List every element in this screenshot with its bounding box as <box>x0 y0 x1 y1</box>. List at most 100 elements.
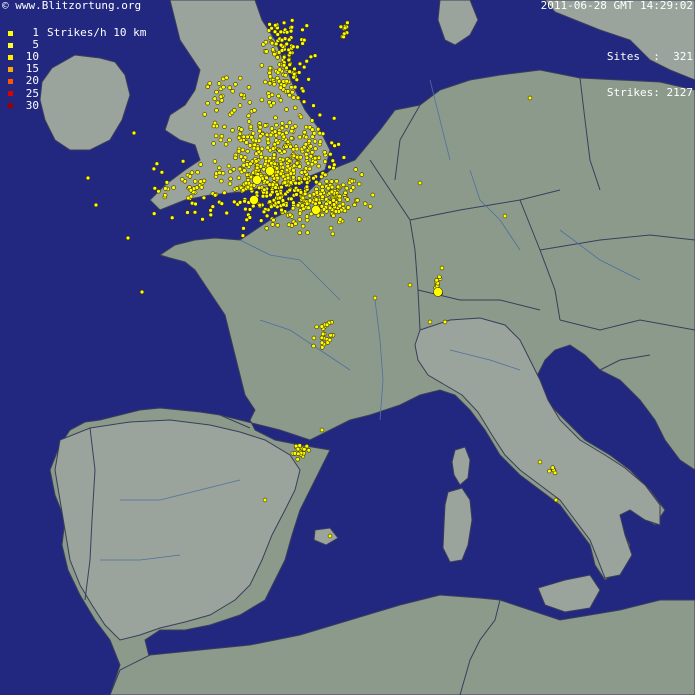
strike-dot <box>264 175 269 180</box>
strike-dot <box>163 186 168 191</box>
strike-dot <box>274 122 279 128</box>
strike-dot <box>267 99 272 105</box>
strike-dot <box>267 65 273 71</box>
strike-dot <box>272 161 277 167</box>
strike-dot <box>330 231 335 237</box>
strike-dot <box>305 161 311 166</box>
strike-dot <box>322 150 327 155</box>
strike-dot <box>306 77 311 82</box>
strike-dot <box>247 143 253 148</box>
strike-dot <box>331 202 337 207</box>
strike-dot <box>154 161 160 166</box>
strike-dot <box>259 97 264 103</box>
strike-dot <box>230 128 235 133</box>
strike-dot <box>125 235 131 241</box>
strike-dot <box>295 44 300 50</box>
strike-dot <box>314 197 319 202</box>
legend-value: 20 <box>25 74 39 88</box>
strike-dot <box>349 178 355 184</box>
strike-dot <box>437 274 442 280</box>
strike-dot <box>241 226 246 231</box>
strike-dot <box>270 222 275 227</box>
strike-dot <box>427 319 433 325</box>
strike-dot <box>279 207 284 213</box>
legend-swatch <box>8 66 13 72</box>
strike-dot <box>326 186 331 191</box>
strike-dot <box>291 44 296 49</box>
strike-dot <box>295 446 301 452</box>
strike-dot <box>307 166 312 172</box>
strike-dot <box>227 85 232 90</box>
strike-dot <box>332 143 337 148</box>
strike-dot <box>194 185 200 190</box>
strike-dot <box>341 155 347 160</box>
strike-dot <box>342 25 348 31</box>
strike-dot <box>255 146 260 151</box>
strike-dot <box>264 132 270 138</box>
strike-dot <box>220 171 226 176</box>
strike-dot <box>289 196 294 202</box>
strike-dot <box>236 149 242 154</box>
strike-dot <box>293 221 298 226</box>
strike-dot <box>273 211 278 216</box>
strike-dot <box>302 37 307 43</box>
strike-dot <box>312 156 318 161</box>
strike-dot <box>319 324 324 329</box>
strike-dot <box>289 136 294 141</box>
strike-dot-large <box>252 175 262 185</box>
strike-dot <box>287 37 292 42</box>
strike-dot <box>211 141 216 146</box>
strike-dot <box>310 127 315 132</box>
credit-text[interactable]: www.Blitzortung.org <box>15 0 141 12</box>
strike-dot <box>301 99 307 104</box>
strike-dot <box>267 199 272 204</box>
strike-dot <box>329 140 334 146</box>
strike-dot <box>304 155 310 161</box>
legend-swatch <box>8 91 13 97</box>
strike-dot <box>345 20 350 25</box>
strike-dot <box>248 161 253 167</box>
strike-dot <box>324 322 330 328</box>
strike-dot <box>324 179 329 184</box>
strike-dot <box>261 209 267 215</box>
strike-dot <box>195 170 200 175</box>
strike-dot <box>271 100 276 106</box>
strike-dot <box>323 172 328 178</box>
strike-dot <box>189 170 195 175</box>
strike-dot <box>439 265 445 271</box>
strike-dot <box>293 105 298 111</box>
strike-dot <box>291 153 297 159</box>
strike-dot <box>255 165 260 171</box>
strike-dot <box>311 335 317 341</box>
strike-dot <box>156 189 161 194</box>
strike-dot <box>238 75 243 81</box>
strike-dot <box>243 180 249 186</box>
strike-dot <box>327 205 333 211</box>
strike-dot <box>314 324 319 330</box>
strike-dot <box>241 188 246 193</box>
strike-dot <box>233 155 238 161</box>
strike-dot <box>312 53 318 58</box>
strike-dot <box>208 208 213 213</box>
strike-dot <box>368 204 373 209</box>
strike-dot <box>328 152 333 157</box>
strike-dot <box>323 159 328 164</box>
strike-dot <box>257 185 262 191</box>
strike-dot <box>237 131 243 137</box>
strike-dot <box>205 84 210 90</box>
strike-dot <box>277 130 282 136</box>
strike-dot <box>241 157 246 163</box>
strike-dot <box>290 18 295 23</box>
strike-dot <box>201 195 207 201</box>
strike-dot <box>292 71 297 77</box>
strike-dot <box>275 140 281 146</box>
strike-dot <box>331 213 336 218</box>
strike-dot <box>289 25 294 30</box>
strike-dot <box>296 451 301 456</box>
strike-dot <box>284 78 289 84</box>
strike-dot <box>258 124 263 130</box>
strike-dot <box>292 66 297 72</box>
strike-dot <box>342 208 348 214</box>
strike-dot <box>232 199 237 205</box>
strike-dot <box>233 82 238 87</box>
